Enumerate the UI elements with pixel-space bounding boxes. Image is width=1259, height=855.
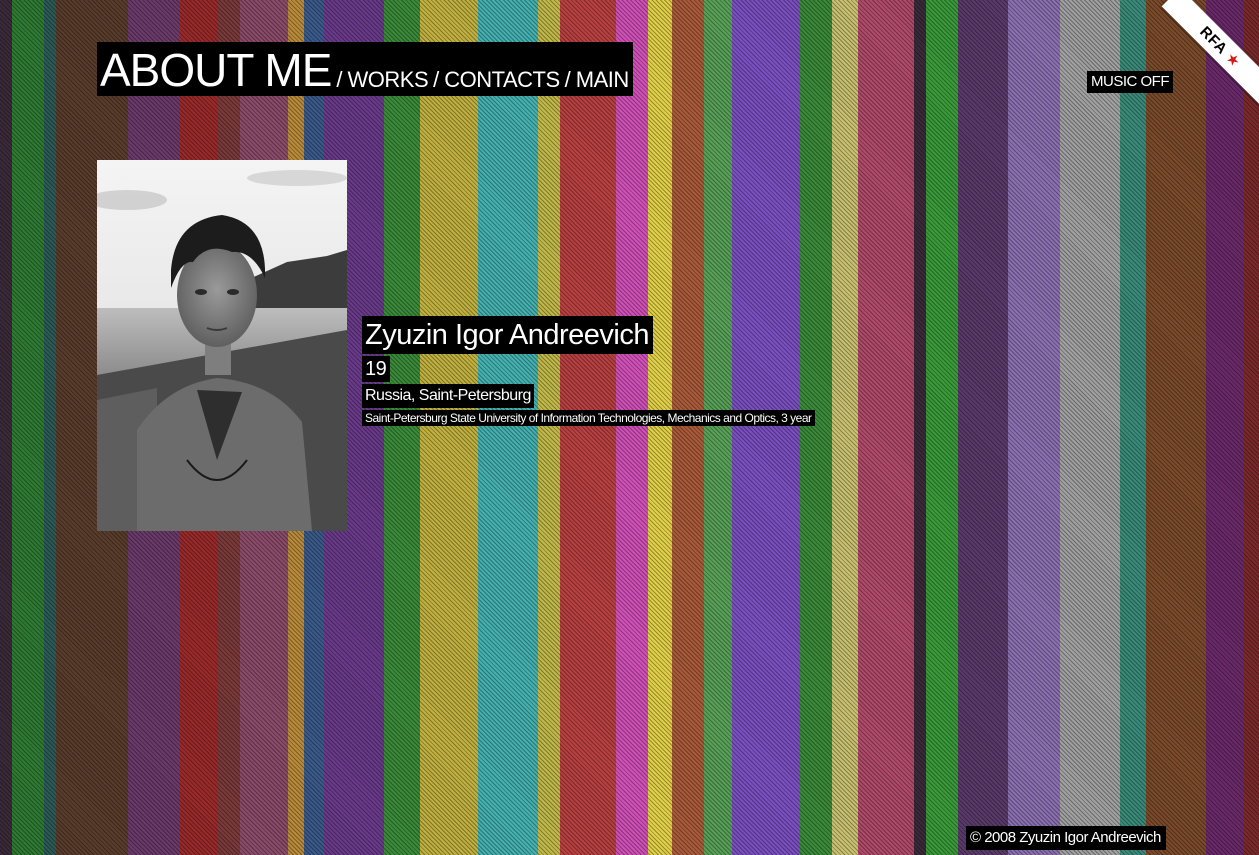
nav-separator: / (433, 67, 440, 92)
background-stripe (12, 0, 44, 855)
background-stripe (1008, 0, 1060, 855)
nav-separator: / (336, 67, 343, 92)
background-stripe (420, 0, 478, 855)
background-stripe (858, 0, 914, 855)
nav-about-me[interactable]: ABOUT ME (100, 47, 332, 96)
background-stripe (672, 0, 704, 855)
background-stripe (914, 0, 926, 855)
background-stripe (616, 0, 648, 855)
background-stripe (1244, 0, 1259, 855)
background-stripe (648, 0, 672, 855)
profile-location: Russia, Saint-Petersburg (362, 384, 534, 408)
music-toggle-button[interactable]: MUSIC OFF (1087, 71, 1173, 93)
profile-name: Zyuzin Igor Andreevich (362, 316, 653, 354)
background-stripe (0, 0, 12, 855)
background-stripe (1060, 0, 1120, 855)
background-stripe (1146, 0, 1206, 855)
background-stripe (538, 0, 560, 855)
background-stripe (560, 0, 616, 855)
background-stripe (732, 0, 800, 855)
footer-copyright: © 2008 Zyuzin Igor Andreevich (966, 826, 1166, 850)
nav-separator: / (564, 67, 571, 92)
portrait-photo-icon (97, 160, 347, 531)
background-stripe (44, 0, 56, 855)
background-stripe (832, 0, 858, 855)
background-stripe (1120, 0, 1146, 855)
background-stripe (926, 0, 958, 855)
red-star-icon: ★ (1222, 49, 1244, 71)
profile-photo (97, 160, 347, 531)
profile-age: 19 (362, 356, 391, 382)
background-stripe (958, 0, 1008, 855)
background-stripe (704, 0, 732, 855)
background-stripe (384, 0, 420, 855)
background-stripe (800, 0, 832, 855)
nav-contacts[interactable]: CONTACTS (444, 69, 560, 96)
background-stripe (1206, 0, 1244, 855)
profile-university: Saint-Petersburg State University of Inf… (362, 410, 815, 426)
main-navigation: ABOUT ME / WORKS / CONTACTS / MAIN (97, 42, 633, 96)
nav-works[interactable]: WORKS (348, 69, 429, 96)
nav-main[interactable]: MAIN (576, 69, 630, 96)
background-stripe (478, 0, 538, 855)
